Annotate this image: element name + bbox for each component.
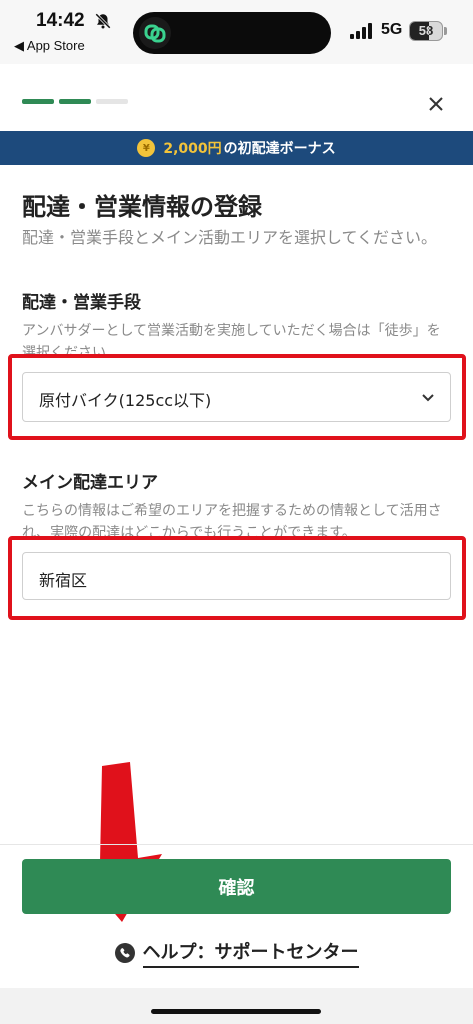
delivery-method-label: 配達・営業手段: [22, 293, 141, 313]
bell-off-icon: [95, 13, 111, 29]
back-to-app-store-link[interactable]: ◀ App Store: [14, 38, 85, 54]
status-time: 14:42: [36, 10, 85, 31]
progress-step-3: [96, 99, 128, 104]
close-icon[interactable]: [424, 92, 448, 116]
phone-icon: [114, 943, 135, 963]
step-progress: [22, 99, 132, 104]
delivery-method-note: アンバサダーとして営業活動を実施していただく場合は「徒歩」を選択ください: [22, 323, 441, 356]
status-bar: 14:42 ◀ App Store 5G 58: [0, 0, 473, 64]
progress-step-1: [22, 99, 54, 104]
network-type: 5G: [381, 21, 403, 38]
bonus-amount: 2,000円: [163, 141, 222, 157]
registration-card: ¥ 2,000円 の初配達ボーナス 配達・営業情報の登録 配達・営業手段とメイン…: [0, 64, 473, 988]
progress-step-2: [59, 99, 91, 104]
home-indicator: [151, 1009, 321, 1014]
battery-nub: [444, 27, 447, 35]
main-area-note: こちらの情報はご希望のエリアを把握するための情報として活用され、実際の配達はどこ…: [22, 503, 442, 536]
highlight-box-delivery-method: [8, 354, 466, 440]
bonus-banner: ¥ 2,000円 の初配達ボーナス: [0, 131, 473, 165]
dynamic-island: [133, 12, 331, 54]
bonus-text: の初配達ボーナス: [223, 141, 336, 157]
confirm-button[interactable]: 確認: [22, 859, 451, 914]
help-support-link[interactable]: ヘルプ：サポートセンター: [0, 938, 473, 968]
app-activity-icon: [139, 17, 171, 49]
battery-icon: 58: [409, 21, 443, 41]
page-title: 配達・営業情報の登録: [22, 193, 262, 221]
help-support-label: ヘルプ：サポートセンター: [142, 938, 359, 968]
footer-divider: [0, 844, 473, 845]
coin-icon: ¥: [137, 139, 156, 157]
page-description: 配達・営業手段とメイン活動エリアを選択してください。: [22, 228, 438, 247]
main-area-label: メイン配達エリア: [22, 473, 158, 493]
cellular-signal-icon: [350, 23, 374, 39]
battery-level: 58: [418, 23, 434, 38]
highlight-box-main-area: [8, 536, 466, 620]
